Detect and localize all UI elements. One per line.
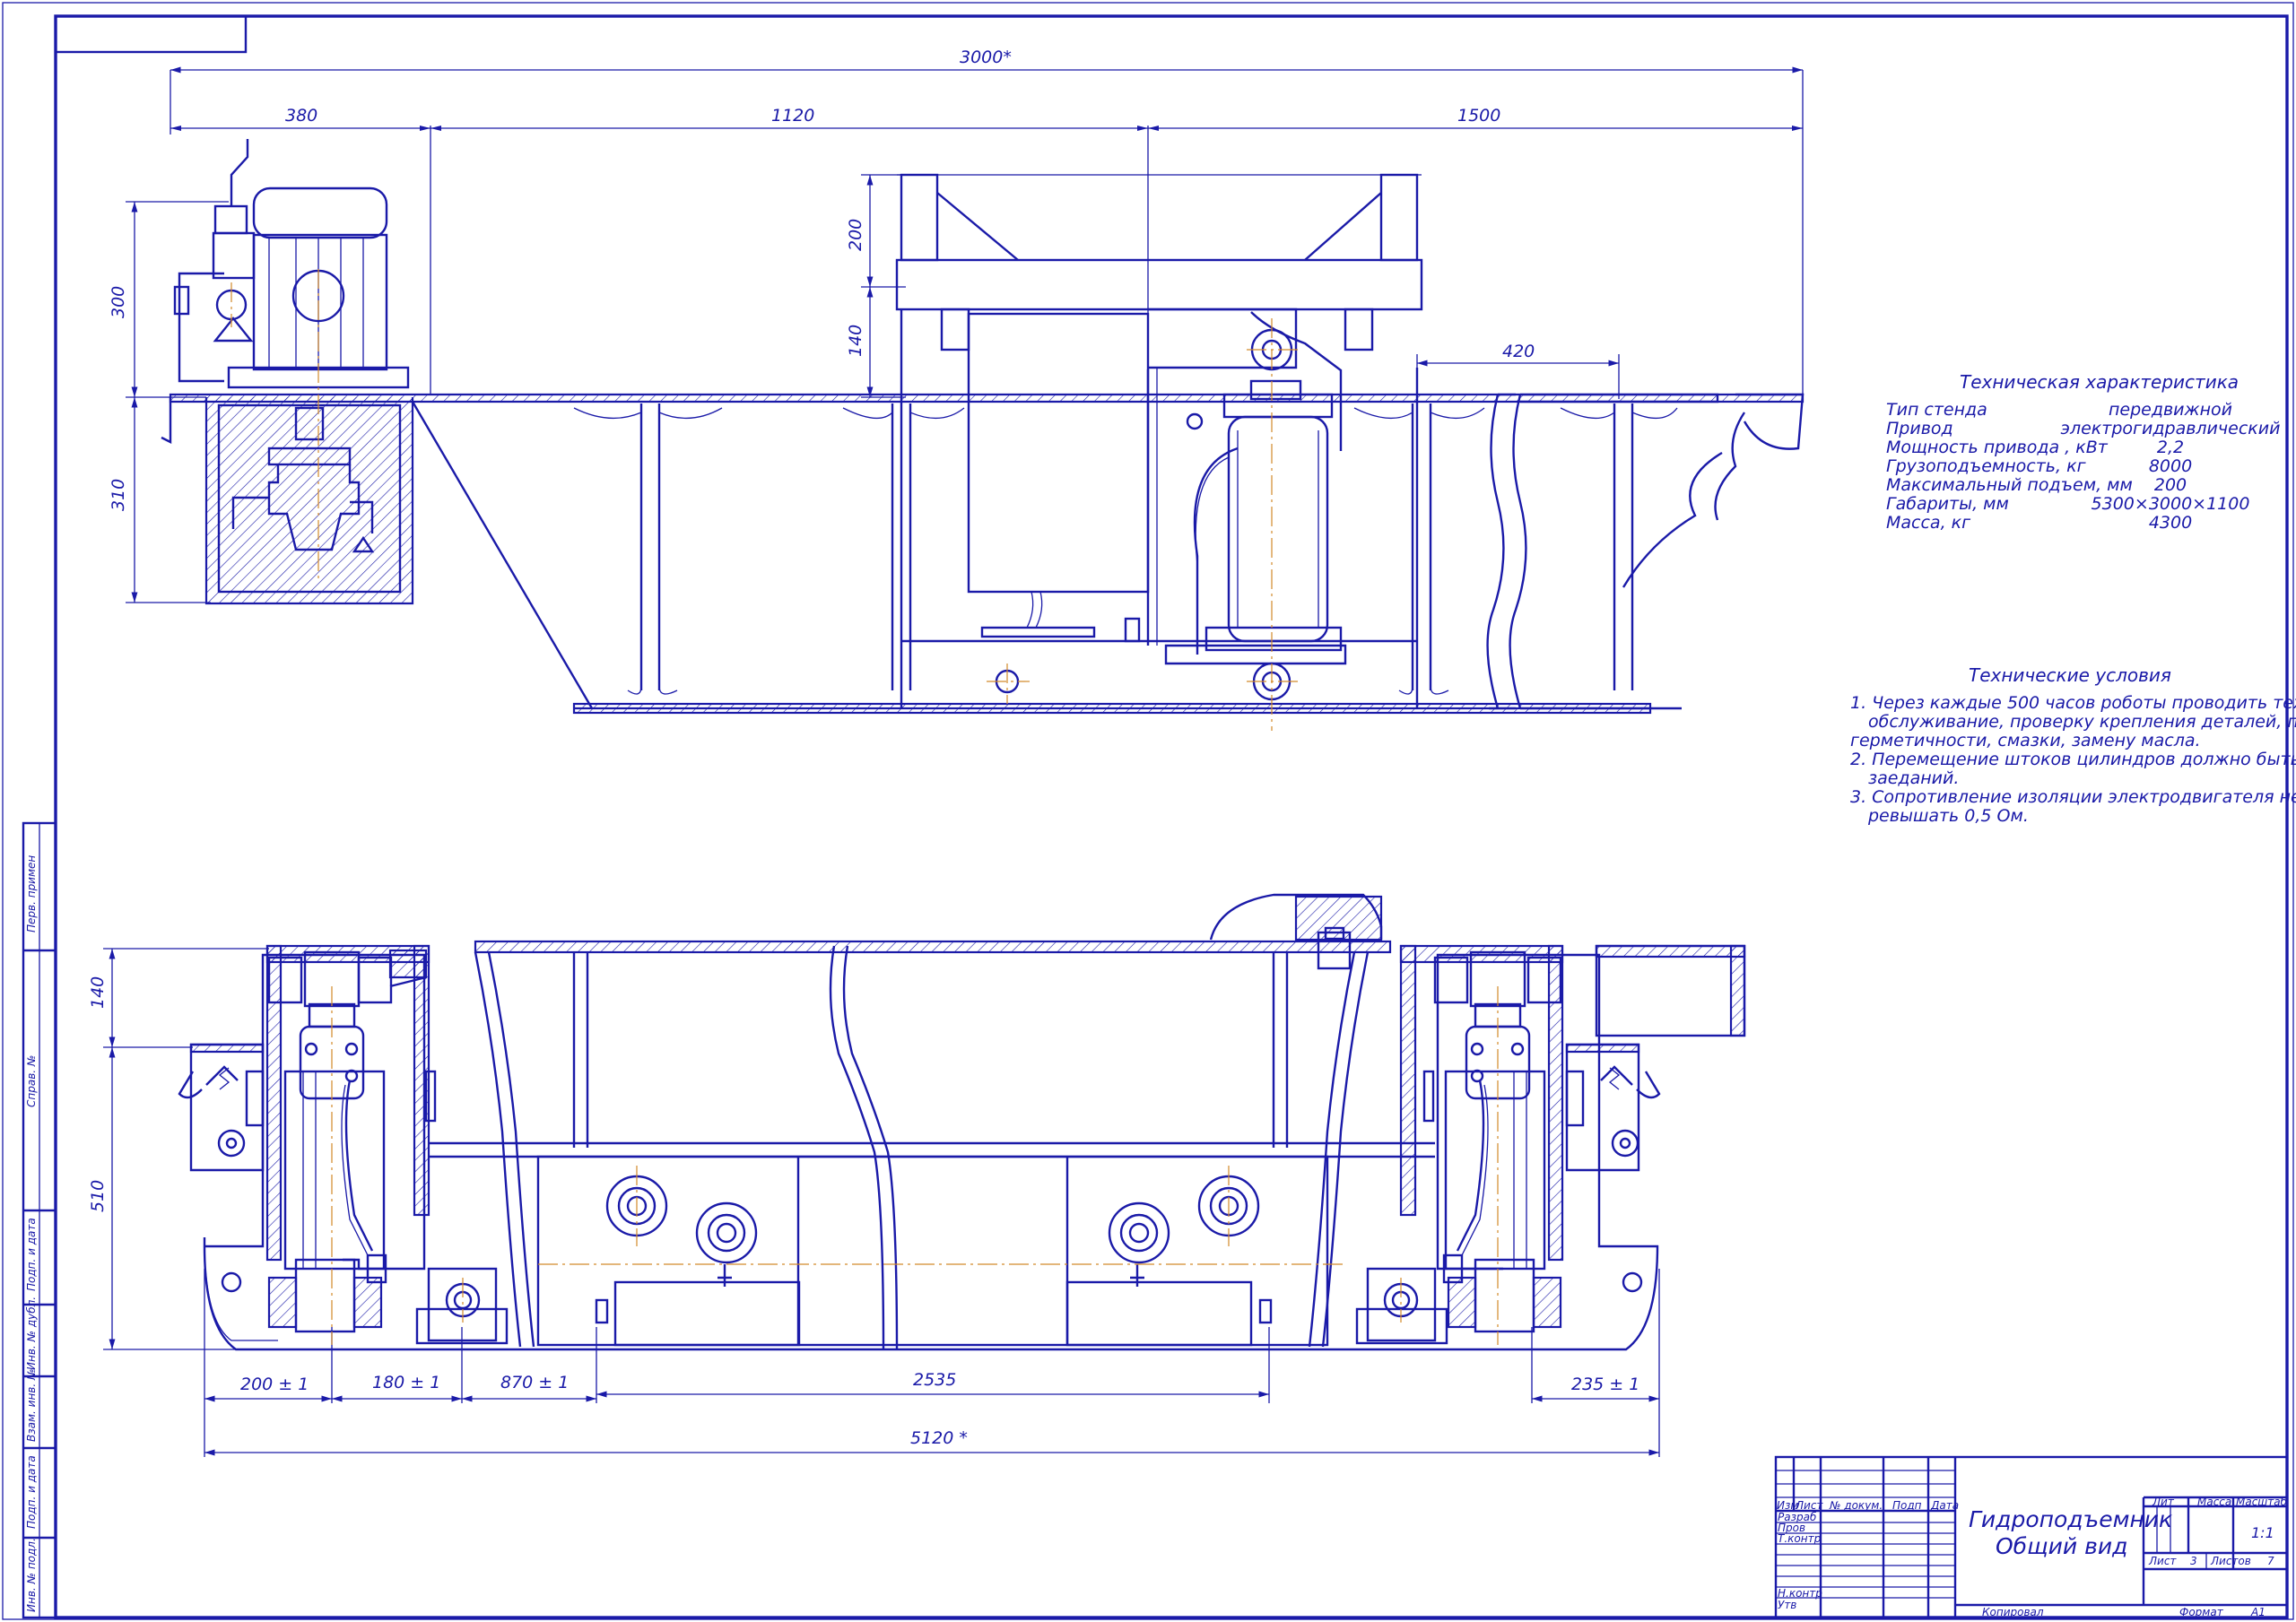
stamp-perv-primen: Перв. примен xyxy=(25,855,38,932)
tb-sheet-label: Лист xyxy=(2148,1555,2177,1567)
dim-pump-base: 310 xyxy=(109,479,128,511)
side-stamp: Перв. примен Справ. № Подп. и дата Инв. … xyxy=(22,821,57,1619)
central-frame xyxy=(424,893,1435,1350)
condition-line: герметичности, смазки, замену масла. xyxy=(1850,731,2201,750)
dim-seg-380: 380 xyxy=(285,106,317,126)
tb-lit: Лит xyxy=(2152,1496,2175,1508)
dim-180: 180 ± 1 xyxy=(372,1373,440,1392)
spec-label: Мощность привода , кВт xyxy=(1886,438,2109,457)
dim-frame-height: 200 xyxy=(846,219,865,251)
dim-frame-offset: 140 xyxy=(846,325,865,357)
spec-value: 8000 xyxy=(2149,456,2192,476)
bottom-view-dimensions: 140 510 200 ± 1 180 ± 1 870 ± 1 2535 235… xyxy=(88,948,1660,1457)
spec-value: 4300 xyxy=(2149,513,2192,533)
tb-col-date: Дата xyxy=(1930,1499,1959,1512)
technical-specs: Техническая характеристика Тип стенда пер… xyxy=(1886,371,2280,533)
tb-sheets-num: 7 xyxy=(2267,1555,2274,1567)
tb-format-value: А1 xyxy=(2250,1606,2266,1618)
condition-line: заеданий. xyxy=(1868,768,1959,788)
spec-value: 2,2 xyxy=(2157,438,2184,457)
spec-label: Максимальный подъем, мм xyxy=(1886,475,2133,495)
condition-line: 1. Через каждые 500 часов роботы проводи… xyxy=(1850,693,2296,713)
conditions-title: Технические условия xyxy=(1969,664,2171,686)
dim-200: 200 ± 1 xyxy=(240,1375,309,1394)
drawing-sheet: Перв. примен Справ. № Подп. и дата Инв. … xyxy=(2,2,2296,1620)
tb-masshtab: Масштаб xyxy=(2236,1496,2288,1508)
tb-copied: Копировал xyxy=(1982,1606,2044,1618)
tb-col-doc: № докум. xyxy=(1829,1499,1883,1512)
tb-format-label: Формат xyxy=(2179,1606,2224,1618)
dim-beam-spacing: 420 xyxy=(1502,342,1535,361)
tb-col-list: Лист xyxy=(1795,1499,1823,1512)
tb-row-nkontr: Н.контр xyxy=(1778,1587,1822,1600)
dim-235: 235 ± 1 xyxy=(1571,1375,1639,1394)
spec-value: 200 xyxy=(2154,475,2187,495)
dim-height-main: 510 xyxy=(88,1180,108,1212)
stamp-sprav: Справ. № xyxy=(25,1055,38,1107)
dim-seg-1500: 1500 xyxy=(1457,106,1500,126)
stamp-inv-podl: Инв. № подл. xyxy=(25,1538,38,1612)
stamp-vzam-inv: Взам. инв. № xyxy=(25,1369,38,1442)
hydraulic-pump-unit xyxy=(173,139,410,389)
tb-scale-value: 1:1 xyxy=(2251,1524,2274,1541)
dim-pump-height: 300 xyxy=(109,286,128,318)
stamp-inv-dubl: Инв. № дубл. xyxy=(25,1297,38,1370)
dim-seg-1120: 1120 xyxy=(771,106,814,126)
dim-870: 870 ± 1 xyxy=(500,1373,569,1392)
tb-name-line1: Гидроподъемник xyxy=(1969,1506,2172,1532)
spec-value: передвижной xyxy=(2109,400,2232,420)
dim-overall-bottom: 5120 * xyxy=(910,1428,968,1448)
spec-value: 5300×3000×1100 xyxy=(2092,494,2250,514)
bottom-view-axes xyxy=(331,986,1499,1345)
tb-sheet-num: 3 xyxy=(2190,1555,2197,1567)
main-beam xyxy=(169,393,1805,715)
dim-overall-top: 3000* xyxy=(960,48,1012,67)
condition-line: 2. Перемещение штоков цилиндров должно б… xyxy=(1850,750,2296,769)
top-view-lift xyxy=(161,139,1805,731)
spec-label: Грузоподъемность, кг xyxy=(1886,456,2087,476)
condition-line: 3. Сопротивление изоляции электродвигате… xyxy=(1850,787,2296,807)
specs-title: Техническая характеристика xyxy=(1960,371,2239,393)
spec-value: электрогидравлический xyxy=(2061,419,2281,438)
tb-col-sign: Подп xyxy=(1892,1499,1922,1512)
spec-label: Габариты, мм xyxy=(1886,494,2009,514)
lifting-frame xyxy=(895,173,1423,708)
stamp-podp-data-2: Подп. и дата xyxy=(25,1455,38,1529)
right-jack xyxy=(1355,944,1746,1345)
dim-height-top: 140 xyxy=(88,976,108,1009)
oil-tank xyxy=(161,397,414,605)
stamp-podp-data-1: Подп. и дата xyxy=(25,1218,38,1291)
bottom-view-lift xyxy=(178,893,1746,1351)
tb-sheets-label: Листов xyxy=(2210,1555,2251,1567)
technical-conditions: Технические условия 1. Через каждые 500 … xyxy=(1850,664,2296,826)
tb-name-line2: Общий вид xyxy=(1996,1533,2127,1559)
left-jack xyxy=(178,944,509,1345)
tb-row-utv: Утв xyxy=(1778,1599,1796,1611)
condition-line: ревышать 0,5 Ом. xyxy=(1867,806,2029,826)
title-block: Изм Лист № докум. Подп Дата Разраб Пров … xyxy=(1774,1455,2289,1619)
tb-massa: Масса xyxy=(2197,1496,2231,1508)
tb-row-tkontr: Т.контр xyxy=(1778,1532,1822,1545)
condition-line: обслуживание, проверку крепления деталей… xyxy=(1868,712,2296,732)
spec-label: Тип стенда xyxy=(1886,400,1987,420)
dim-2535: 2535 xyxy=(913,1370,956,1390)
spec-label: Масса, кг xyxy=(1886,513,1971,533)
spec-label: Привод xyxy=(1886,419,1953,438)
